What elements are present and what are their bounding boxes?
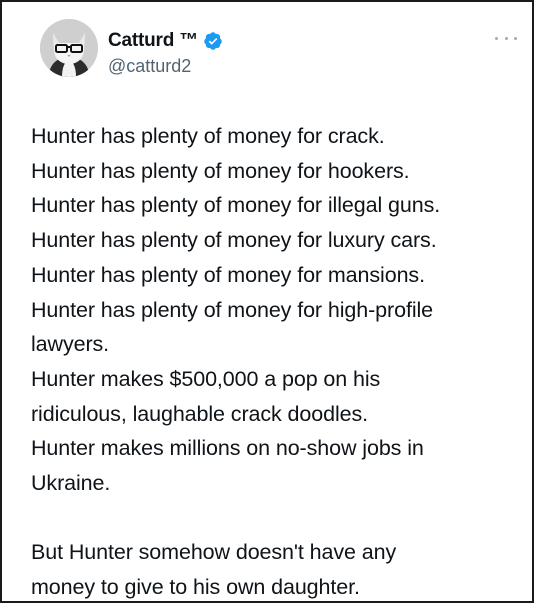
tweet-line: Hunter has plenty of money for illegal g… [31,193,441,218]
tweet-text: Hunter has plenty of money for crack. Hu… [31,119,521,605]
verified-checkmark-icon [203,31,223,51]
more-options-icon[interactable] [495,30,517,46]
tweet-line: But Hunter somehow doesn't have any [31,540,397,565]
tweet-line: Hunter makes millions on no-show jobs in [31,436,424,461]
tweet-line: Hunter has plenty of money for high-prof… [31,297,434,322]
tweet-line: Ukraine. [31,471,111,496]
tweet-line: Hunter makes $500,000 a pop on his [31,366,381,391]
author-avatar[interactable] [40,19,98,77]
tweet-line: ridiculous, laughable crack doodles. [31,401,369,426]
cat-with-glasses-avatar-icon [40,19,98,77]
paragraph-break [31,501,521,536]
tweet-line: Hunter has plenty of money for crack. [31,124,385,148]
author-handle[interactable]: @catturd2 [108,56,191,77]
tweet-card: Catturd ™ @catturd2 Hunter has plenty of… [0,0,534,603]
tweet-line: lawyers. [31,332,110,357]
tweet-line: Hunter has plenty of money for mansions. [31,262,425,287]
author-display-name[interactable]: Catturd ™ [108,30,198,52]
tweet-line: Hunter has plenty of money for luxury ca… [31,228,437,253]
tweet-line: Hunter has plenty of money for hookers. [31,158,410,183]
tweet-line: money to give to his own daughter. [31,575,360,600]
author-name-row[interactable]: Catturd ™ [108,29,223,53]
